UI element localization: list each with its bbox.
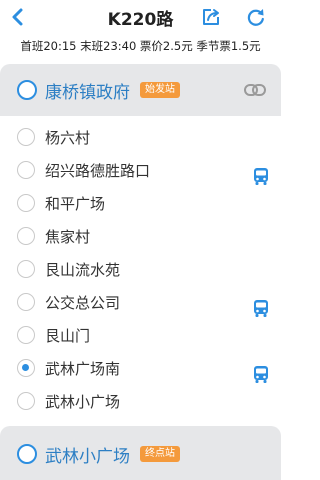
stop-radio[interactable] — [17, 194, 35, 212]
stop-row[interactable]: 武林小广场 — [0, 384, 281, 417]
transfer-link-button[interactable] — [243, 82, 267, 98]
start-station-badge: 始发站 — [140, 82, 180, 98]
stop-name: 和平广场 — [45, 195, 106, 213]
stop-row[interactable]: 绍兴路德胜路口 — [0, 153, 281, 186]
stop-radio[interactable] — [17, 293, 35, 311]
refresh-icon — [247, 9, 264, 26]
share-icon — [203, 9, 219, 25]
schedule-info: 首班20:15 末班23:40 票价2.5元 季节票1.5元 — [20, 39, 261, 53]
bus-icon — [253, 365, 269, 384]
end-station-badge: 终点站 — [140, 446, 180, 462]
stop-name: 杨六村 — [45, 129, 91, 147]
back-button[interactable] — [8, 6, 28, 28]
stop-row[interactable]: 杨六村 — [0, 120, 281, 153]
stop-name: 艮山流水苑 — [45, 261, 121, 279]
stop-name: 公交总公司 — [45, 294, 121, 312]
end-station-card[interactable]: 武林小广场 终点站 — [0, 426, 281, 480]
stop-name: 艮山门 — [45, 327, 91, 345]
stop-radio-selected[interactable] — [17, 359, 35, 377]
stop-row[interactable]: 公交总公司 — [0, 285, 281, 318]
stop-row[interactable]: 和平广场 — [0, 186, 281, 219]
bus-icon — [253, 299, 269, 318]
stop-radio[interactable] — [17, 161, 35, 179]
stop-row[interactable]: 艮山门 — [0, 318, 281, 351]
stop-row[interactable]: 武林广场南 — [0, 351, 281, 384]
page-title: K220路 — [107, 10, 174, 30]
start-station-marker — [17, 80, 37, 100]
link-icon — [244, 84, 266, 96]
refresh-button[interactable] — [246, 7, 266, 27]
stop-name: 武林广场南 — [45, 360, 121, 378]
stop-name: 焦家村 — [45, 228, 91, 246]
start-station-card[interactable]: 康桥镇政府 始发站 — [0, 64, 281, 116]
stop-list: 杨六村绍兴路德胜路口 和平广场焦家村艮山流水苑公交总公司艮山门武林广场南武林小广场 — [0, 120, 281, 422]
stop-name: 武林小广场 — [45, 393, 121, 411]
stop-radio[interactable] — [17, 392, 35, 410]
share-button[interactable] — [201, 7, 221, 27]
start-station-name: 康桥镇政府 — [45, 83, 130, 103]
stop-row[interactable]: 焦家村 — [0, 219, 281, 252]
top-bar: K220路 — [0, 0, 281, 34]
stop-radio[interactable] — [17, 128, 35, 146]
stop-radio[interactable] — [17, 227, 35, 245]
stop-name: 绍兴路德胜路口 — [45, 162, 151, 180]
stop-row[interactable]: 艮山流水苑 — [0, 252, 281, 285]
end-station-name: 武林小广场 — [45, 447, 130, 467]
chevron-left-icon — [12, 8, 23, 26]
end-station-marker — [17, 444, 37, 464]
stop-radio[interactable] — [17, 326, 35, 344]
bus-icon — [253, 167, 269, 186]
stop-radio[interactable] — [17, 260, 35, 278]
